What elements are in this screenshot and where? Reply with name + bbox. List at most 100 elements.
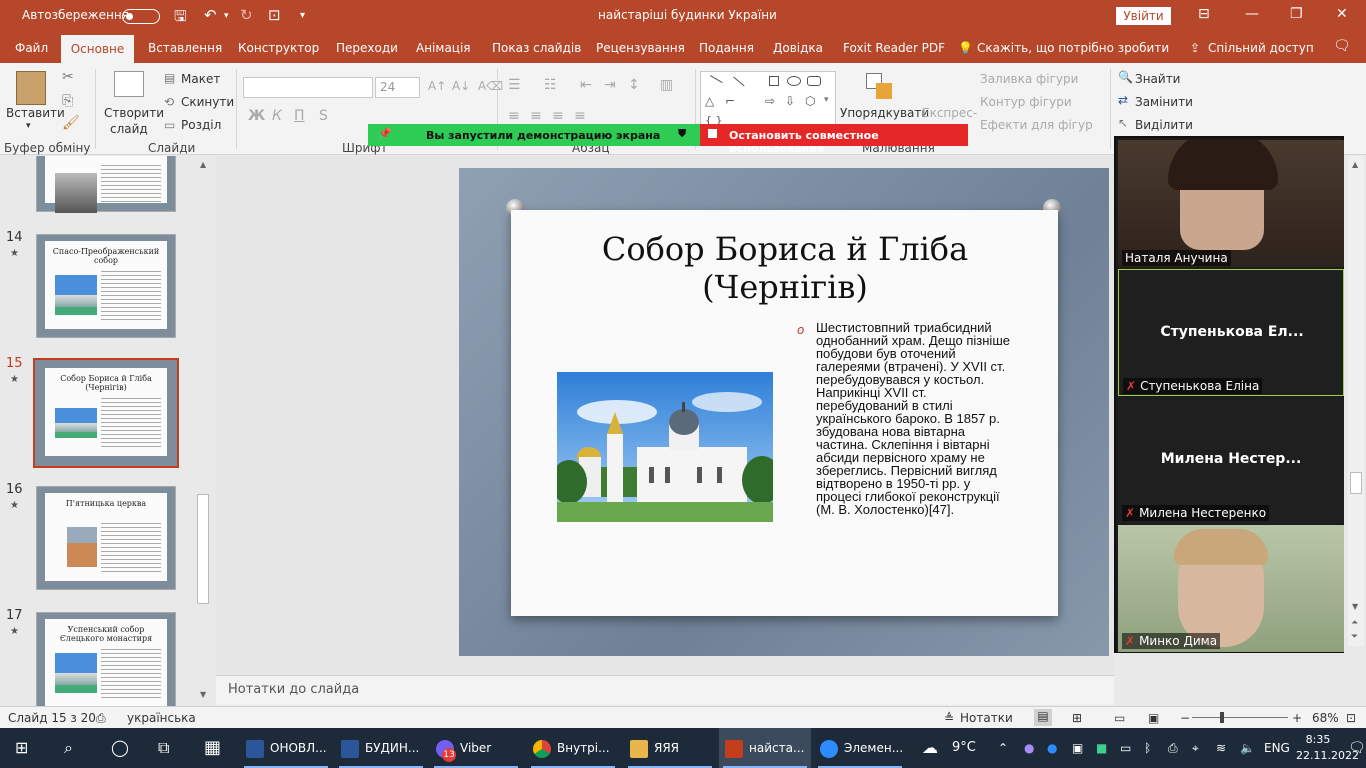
- shape-effects-button[interactable]: Ефекти для фігур: [980, 118, 1093, 132]
- format-painter-icon[interactable]: 🖌: [62, 115, 80, 131]
- normal-view-icon[interactable]: ▤: [1034, 709, 1052, 726]
- section-button[interactable]: Розділ: [181, 118, 221, 132]
- tab-file[interactable]: Файл: [15, 41, 48, 55]
- language-indicator[interactable]: українська: [127, 711, 196, 725]
- next-slide-icon[interactable]: ⏷: [1351, 632, 1358, 642]
- ribbon-display-icon[interactable]: ⊟: [1198, 6, 1210, 22]
- slide-title[interactable]: Собор Бориса й Гліба (Чернігів): [560, 230, 1010, 306]
- printer-tray-icon[interactable]: ⎙: [1168, 728, 1178, 768]
- cortana-icon[interactable]: ◯: [111, 728, 129, 768]
- calculator-icon[interactable]: ▦: [204, 728, 221, 768]
- taskbar-app-viber[interactable]: Viber 13: [430, 728, 522, 768]
- weather-temp[interactable]: 9°C: [952, 728, 976, 768]
- undo-dropdown-icon[interactable]: ▾: [224, 11, 229, 21]
- bluetooth-icon[interactable]: ᛒ: [1144, 728, 1151, 768]
- font-size-field[interactable]: 24: [375, 77, 420, 98]
- zoom-level[interactable]: 68%: [1312, 711, 1339, 725]
- volume-icon[interactable]: 🔈: [1240, 728, 1255, 768]
- participant-tile[interactable]: Наталя Анучина: [1118, 140, 1344, 267]
- scroll-up-icon[interactable]: ▲: [1352, 160, 1358, 169]
- redo-icon[interactable]: ↻: [240, 6, 253, 24]
- tab-review[interactable]: Рецензування: [596, 41, 685, 55]
- arrange-button[interactable]: Упорядкувати: [840, 106, 929, 120]
- location-icon[interactable]: ⌖: [1192, 728, 1199, 768]
- select-button[interactable]: Виділити: [1135, 118, 1193, 132]
- clock[interactable]: 8:35 22.11.2022: [1296, 732, 1359, 764]
- network-tray-icon[interactable]: ▣: [1072, 728, 1083, 768]
- right-arrow-shape-icon[interactable]: ⇨: [765, 94, 775, 108]
- new-slide-icon[interactable]: [114, 71, 144, 97]
- bold-button[interactable]: Ж: [248, 108, 265, 124]
- reading-view-icon[interactable]: ▭: [1114, 711, 1125, 725]
- layout-button[interactable]: Макет: [181, 72, 220, 86]
- zoom-slider[interactable]: [1192, 717, 1288, 718]
- sign-in-button[interactable]: Увійти: [1116, 7, 1171, 25]
- tab-foxit[interactable]: Foxit Reader PDF: [843, 41, 945, 55]
- copy-icon[interactable]: ⎘: [62, 93, 73, 109]
- slide-thumbnail-17[interactable]: Успенський собор Єлецького монастиря: [36, 612, 176, 706]
- columns-icon[interactable]: ▥: [660, 77, 673, 93]
- tell-me-search[interactable]: Скажіть, що потрібно зробити: [977, 41, 1169, 55]
- tab-design[interactable]: Конструктор: [238, 41, 319, 55]
- slide-sorter-icon[interactable]: ⊞: [1072, 711, 1082, 725]
- editor-scrollbar[interactable]: ▲ ▼ ⏶ ⏷: [1348, 156, 1364, 646]
- undo-icon[interactable]: ↶: [204, 6, 217, 24]
- down-arrow-shape-icon[interactable]: ⇩: [785, 94, 795, 108]
- align-center-icon[interactable]: ≡: [530, 108, 542, 124]
- slide-thumbnail-13[interactable]: [36, 156, 176, 213]
- slide-thumbnail-15[interactable]: Собор Бориса й Гліба (Чернігів): [33, 358, 179, 468]
- scroll-up-icon[interactable]: ▲: [200, 160, 206, 169]
- tab-slideshow[interactable]: Показ слайдів: [492, 41, 581, 55]
- replace-button[interactable]: Замінити: [1135, 95, 1193, 109]
- tab-home[interactable]: Основне: [61, 35, 134, 63]
- notes-pane[interactable]: Нотатки до слайда: [216, 675, 1114, 705]
- tray-expand-icon[interactable]: ⌃: [998, 728, 1008, 768]
- thumbnail-scrollbar[interactable]: ▲ ▼: [196, 156, 212, 706]
- grow-font-icon[interactable]: A↑: [428, 79, 446, 93]
- fit-slide-icon[interactable]: ⊡: [1346, 711, 1356, 725]
- decrease-indent-icon[interactable]: ⇤: [580, 77, 592, 93]
- customize-toolbar-icon[interactable]: ▾: [300, 10, 305, 21]
- scroll-thumb[interactable]: [1350, 472, 1362, 494]
- task-view-icon[interactable]: ⧉: [158, 728, 169, 768]
- slide-thumbnail-14[interactable]: Спасо-Преображенський собор: [36, 234, 176, 338]
- justify-icon[interactable]: ≡: [574, 108, 586, 124]
- windows-start-icon[interactable]: ⊞: [15, 728, 28, 768]
- comments-icon[interactable]: 🗨: [1333, 38, 1351, 54]
- new-slide-button[interactable]: Створити: [104, 106, 164, 120]
- cut-icon[interactable]: ✂: [62, 69, 74, 85]
- rounded-rect-shape-icon[interactable]: [807, 76, 821, 86]
- align-right-icon[interactable]: ≡: [552, 108, 564, 124]
- slide-body-text[interactable]: Шестистовпний триабсидний однобанний хра…: [816, 321, 1016, 516]
- search-icon[interactable]: ⌕: [64, 728, 73, 768]
- shape-outline-button[interactable]: Контур фігури: [980, 95, 1072, 109]
- taskbar-app-zoom[interactable]: Элемен...: [814, 728, 906, 768]
- slideshow-icon[interactable]: ▣: [1148, 711, 1159, 725]
- line-spacing-icon[interactable]: ↕: [628, 77, 640, 93]
- wifi-icon[interactable]: ≋: [1216, 728, 1226, 768]
- slide-thumbnail-16[interactable]: П'ятницька церква: [36, 486, 176, 590]
- spellcheck-icon[interactable]: ⎙: [96, 711, 106, 726]
- font-name-field[interactable]: [243, 77, 373, 98]
- hexagon-shape-icon[interactable]: ⬡: [805, 94, 815, 108]
- close-icon[interactable]: ✕: [1336, 6, 1348, 22]
- participant-tile[interactable]: ✗ Минко Дима: [1118, 525, 1344, 652]
- minimize-icon[interactable]: —: [1245, 6, 1259, 22]
- participant-tile[interactable]: Ступенькова Ел... ✗ Ступенькова Еліна: [1118, 269, 1344, 396]
- zoom-in-icon[interactable]: +: [1292, 711, 1302, 725]
- taskbar-app-chrome[interactable]: Внутрі...: [527, 728, 619, 768]
- share-icon[interactable]: ⇪: [1190, 41, 1200, 55]
- paste-icon[interactable]: [16, 71, 46, 105]
- shrink-font-icon[interactable]: A↓: [452, 79, 470, 93]
- increase-indent-icon[interactable]: ⇥: [604, 77, 616, 93]
- share-button[interactable]: Спільний доступ: [1208, 41, 1314, 55]
- shape-fill-button[interactable]: Заливка фігури: [980, 72, 1078, 86]
- stop-share-button[interactable]: Остановить совместное использование: [700, 124, 968, 155]
- clear-format-icon[interactable]: A⌫: [478, 79, 503, 93]
- italic-button[interactable]: К: [272, 108, 282, 124]
- scroll-down-icon[interactable]: ▼: [200, 690, 206, 699]
- slide-thumbnail-pane[interactable]: 14 ★ Спасо-Преображенський собор 15 ★ Со…: [0, 156, 214, 706]
- tab-transitions[interactable]: Переходи: [336, 41, 398, 55]
- line-shape-icon[interactable]: [705, 75, 723, 91]
- reset-button[interactable]: Скинути: [181, 95, 234, 109]
